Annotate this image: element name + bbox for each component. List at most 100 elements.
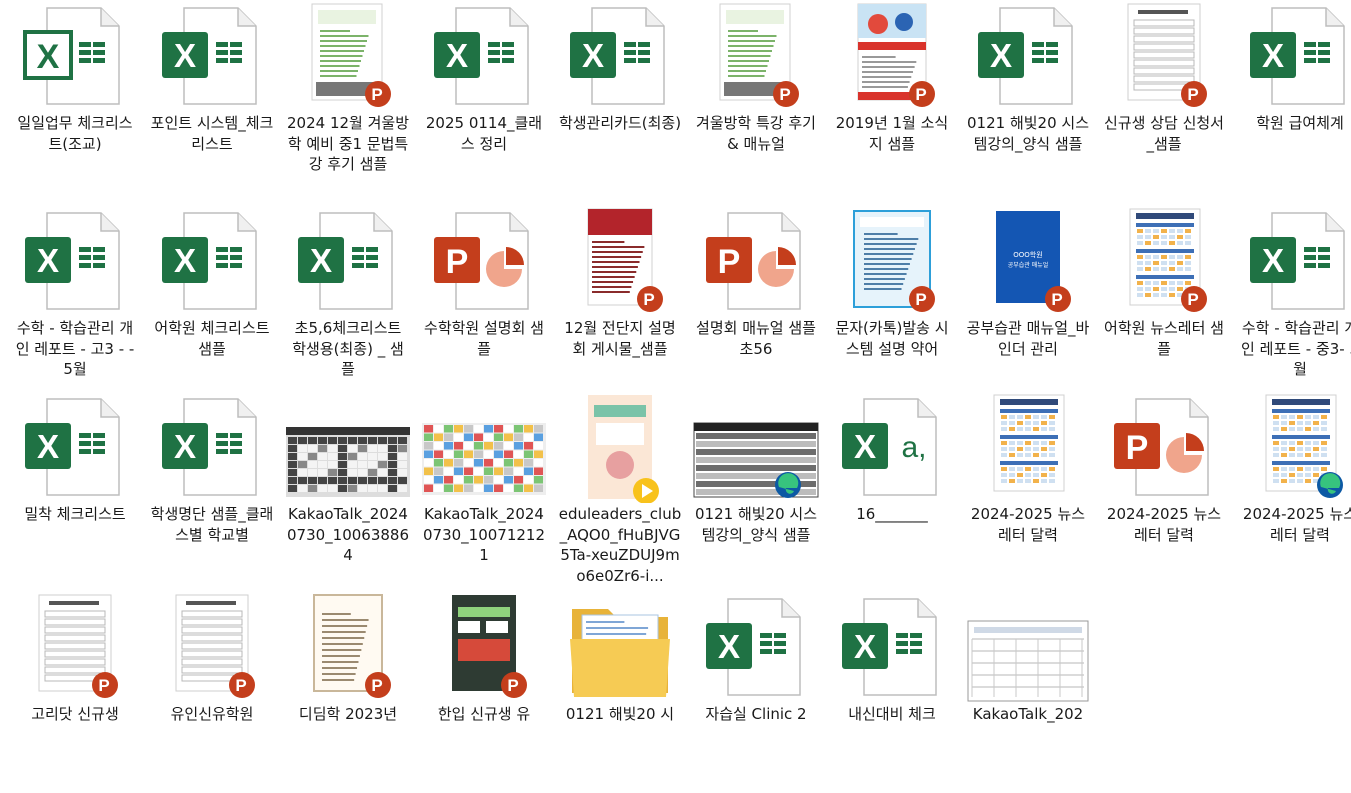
svg-text:X: X <box>37 38 60 76</box>
file-item[interactable]: KakaoTalk_202 <box>960 593 1096 793</box>
file-item[interactable]: X 2025 0114_클래스 정리 <box>416 2 552 202</box>
excel-file-icon: X <box>144 393 280 503</box>
excel-file-icon: X <box>144 207 280 317</box>
file-name-label: 밀착 체크리스트 <box>24 505 126 523</box>
file-item[interactable]: P 문자(카톡)발송 시스템 설명 약어 <box>824 207 960 407</box>
file-name-label: 수학 - 학습관리 개인 레포트 - 중3- 5월 <box>1241 319 1351 378</box>
file-item[interactable]: Xa, 16_______ <box>824 393 960 593</box>
svg-text:X: X <box>1262 243 1284 280</box>
svg-text:X: X <box>310 243 332 280</box>
file-item[interactable]: X 0121 해빛20 시스템강의_양식 샘플 <box>960 2 1096 202</box>
poster-file-icon: P <box>416 593 552 703</box>
svg-text:a,: a, <box>901 431 926 464</box>
file-item[interactable]: P 2024-2025 뉴스레터 달력 <box>1096 393 1232 593</box>
file-name-label: 수학 - 학습관리 개인 레포트 - 고3 - - 5월 <box>15 319 135 378</box>
svg-text:X: X <box>446 38 468 75</box>
file-name-label: 초5,6체크리스트 학생용(최종) _ 샘플 <box>292 319 404 378</box>
svg-text:X: X <box>854 629 876 666</box>
svg-text:P: P <box>446 243 469 281</box>
file-item[interactable]: P 2024 12월 겨울방학 예비 중1 문법특강 후기 샘플 <box>280 2 416 202</box>
file-name-label: 어학원 체크리스트 샘플 <box>154 319 270 358</box>
file-item[interactable]: eduleaders_club_AQO0_fHuBJVG5Ta-xeuZDUJ9… <box>552 393 688 593</box>
file-name-label: 학생관리카드(최종) <box>558 114 682 132</box>
file-item[interactable]: X 밀착 체크리스트 <box>7 393 143 593</box>
svg-text:X: X <box>174 243 196 280</box>
file-item[interactable]: P 디딤학 2023년 <box>280 593 416 793</box>
form-file-icon: P <box>144 593 280 703</box>
file-item[interactable]: P 유인신유학원 <box>144 593 280 793</box>
svg-text:P: P <box>371 85 382 104</box>
file-item[interactable]: 2024-2025 뉴스레터 달력 <box>1232 393 1351 593</box>
excel-file-icon: X <box>7 393 143 503</box>
svg-text:X: X <box>990 38 1012 75</box>
file-item[interactable]: P 수학학원 설명회 샘플 <box>416 207 552 407</box>
file-item[interactable]: X 수학 - 학습관리 개인 레포트 - 고3 - - 5월 <box>7 207 143 407</box>
file-name-label: 2024-2025 뉴스레터 달력 <box>1242 505 1351 544</box>
svg-text:P: P <box>915 85 926 104</box>
excel-file-icon: X <box>7 2 143 112</box>
photo-file-icon <box>416 393 552 503</box>
file-item[interactable]: KakaoTalk_20240730_100638864 <box>280 393 416 593</box>
file-name-label: 0121 해빛20 시스템강의_양식 샘플 <box>695 505 817 544</box>
svg-text:P: P <box>1051 290 1062 309</box>
file-item[interactable]: X 학생관리카드(최종) <box>552 2 688 202</box>
file-item[interactable]: P 고리닷 신규생 <box>7 593 143 793</box>
file-item[interactable]: 0121 해빛20 시 <box>552 593 688 793</box>
file-item[interactable]: P 어학원 뉴스레터 샘플 <box>1096 207 1232 407</box>
file-item[interactable]: X 포인트 시스템_체크리스트 <box>144 2 280 202</box>
file-item[interactable]: P 신규생 상담 신청서 _샘플 <box>1096 2 1232 202</box>
excel-file-icon: X <box>280 207 416 317</box>
file-item[interactable]: X 수학 - 학습관리 개인 레포트 - 중3- 5월 <box>1232 207 1351 407</box>
file-item[interactable]: P 설명회 매뉴얼 샘플 초56 <box>688 207 824 407</box>
file-name-label: 2024-2025 뉴스레터 달력 <box>1106 505 1222 544</box>
file-item[interactable]: OOO학원 공부습관 매뉴얼 P 공부습관 매뉴얼_바인더 관리 <box>960 207 1096 407</box>
svg-text:X: X <box>174 429 196 466</box>
file-name-label: 일일업무 체크리스트(조교) <box>17 114 133 153</box>
file-item[interactable]: KakaoTalk_20240730_100712121 <box>416 393 552 593</box>
file-name-label: 16_______ <box>856 505 928 523</box>
file-name-label: 2025 0114_클래스 정리 <box>425 114 543 153</box>
letter-file-icon: P <box>280 593 416 703</box>
file-name-label: 학원 급여체계 <box>1256 114 1344 132</box>
file-item[interactable]: X 일일업무 체크리스트(조교) <box>7 2 143 202</box>
file-name-label: 디딤학 2023년 <box>298 705 398 723</box>
excel-file-icon: X <box>960 2 1096 112</box>
file-item[interactable]: P 12월 전단지 설명회 게시물_샘플 <box>552 207 688 407</box>
file-name-label: 공부습관 매뉴얼_바인더 관리 <box>966 319 1090 358</box>
svg-text:P: P <box>1187 85 1198 104</box>
file-item[interactable]: 0121 해빛20 시스템강의_양식 샘플 <box>688 393 824 593</box>
table-file-icon <box>688 393 824 503</box>
file-item[interactable]: 2024-2025 뉴스레터 달력 <box>960 393 1096 593</box>
file-item[interactable]: P 겨울방학 특강 후기 & 매뉴얼 <box>688 2 824 202</box>
file-name-label: 설명회 매뉴얼 샘플 초56 <box>696 319 816 358</box>
file-name-label: eduleaders_club_AQO0_fHuBJVG5Ta-xeuZDUJ9… <box>558 505 682 585</box>
blue-file-icon: P <box>824 207 960 317</box>
flyer-file-icon: P <box>552 207 688 317</box>
calendar-file-icon: P <box>1096 207 1232 317</box>
file-item[interactable]: X 초5,6체크리스트 학생용(최종) _ 샘플 <box>280 207 416 407</box>
svg-text:P: P <box>371 676 382 695</box>
excel-file-icon: X <box>7 207 143 317</box>
file-name-label: 0121 해빛20 시 <box>565 705 675 723</box>
ppt-file-icon: P <box>1096 393 1232 503</box>
file-name-label: 2024-2025 뉴스레터 달력 <box>970 505 1086 544</box>
file-item[interactable]: X 자습실 Clinic 2 <box>688 593 824 793</box>
file-item[interactable]: P 한입 신규생 유 <box>416 593 552 793</box>
svg-text:P: P <box>507 676 518 695</box>
file-name-label: 12월 전단지 설명회 게시물_샘플 <box>564 319 676 358</box>
file-item[interactable]: X 학원 급여체계 <box>1232 2 1351 202</box>
file-grid: X 일일업무 체크리스트(조교) X 포인트 시스템_체크리스트 P 2024 12월… <box>0 0 1351 723</box>
svg-text:X: X <box>37 243 59 280</box>
doc-file-icon: P <box>280 2 416 112</box>
file-item[interactable]: X 학생명단 샘플_클래스별 학교별 <box>144 393 280 593</box>
doc-file-icon: P <box>688 2 824 112</box>
file-item[interactable]: P 2019년 1월 소식지 샘플 <box>824 2 960 202</box>
file-item[interactable]: X 내신대비 체크 <box>824 593 960 793</box>
excel-file-icon: X <box>824 593 960 703</box>
folder-file-icon <box>552 593 688 703</box>
file-name-label: 고리닷 신규생 <box>31 705 119 723</box>
calendar-file-icon <box>960 393 1096 503</box>
file-item[interactable]: X 어학원 체크리스트 샘플 <box>144 207 280 407</box>
excel-file-icon: X <box>144 2 280 112</box>
svg-text:P: P <box>98 676 109 695</box>
